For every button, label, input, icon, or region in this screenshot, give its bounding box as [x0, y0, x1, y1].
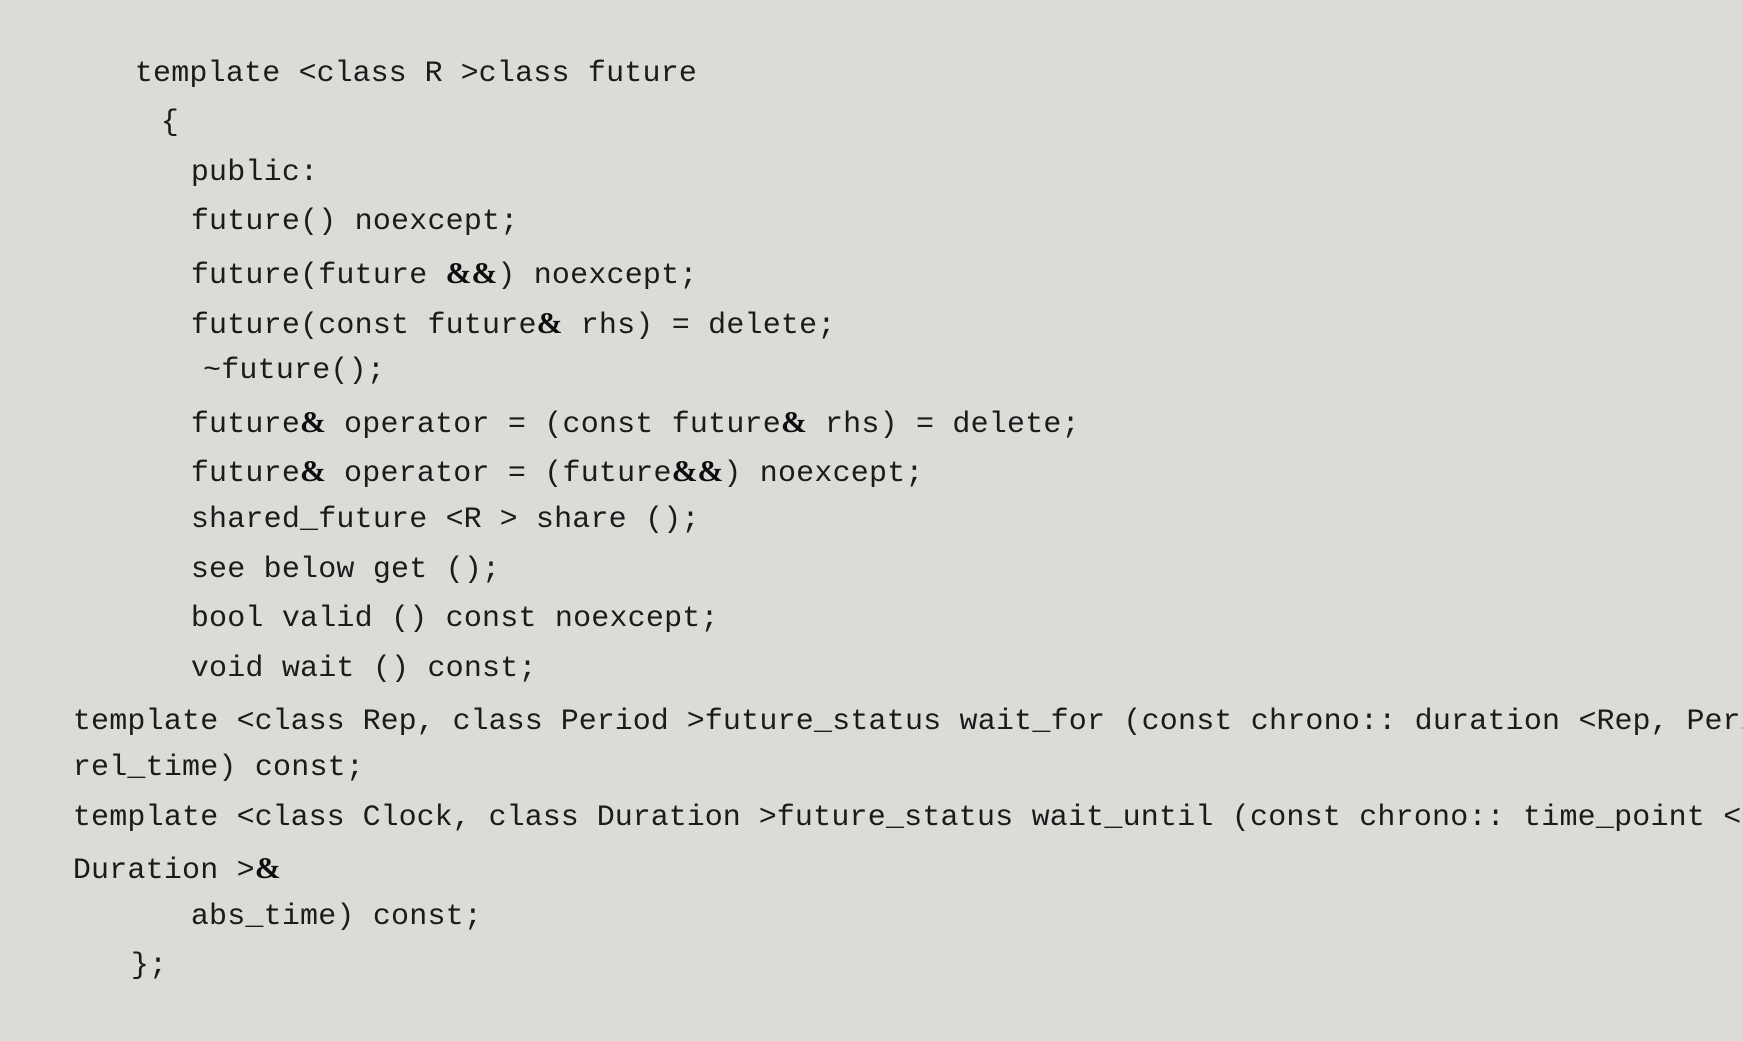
code-line: future& operator = (const future& rhs) =…	[0, 347, 1743, 442]
code-line: future(const future& rhs) = delete;	[0, 248, 1743, 343]
code-line: future(future &&) noexcept;	[0, 198, 1743, 293]
code-line: shared_future <R > share ();	[0, 446, 1743, 537]
code-line: ~future();	[0, 298, 1743, 388]
code-text: };	[130, 949, 168, 984]
code-line: };	[0, 893, 1743, 983]
code-line: template <class R >class future	[0, 0, 1743, 91]
code-line: abs_time) const;	[0, 843, 1743, 934]
code-line: public:	[0, 99, 1743, 190]
code-line: {	[0, 50, 1743, 140]
code-line: rel_time) const;	[0, 694, 1743, 785]
code-listing: template <class R >class future { public…	[0, 0, 1743, 1014]
code-line: template <class Clock, class Duration >f…	[0, 744, 1743, 835]
code-line: see below get ();	[0, 496, 1743, 587]
code-line: Duration >&	[0, 794, 1743, 888]
code-line: void wait () const;	[0, 595, 1743, 686]
code-line: future() noexcept;	[0, 149, 1743, 239]
code-line: future& operator = (future&&) noexcept;	[0, 397, 1743, 491]
code-line: template <class Rep, class Period >futur…	[0, 645, 1743, 739]
code-line: bool valid () const noexcept;	[0, 546, 1743, 636]
